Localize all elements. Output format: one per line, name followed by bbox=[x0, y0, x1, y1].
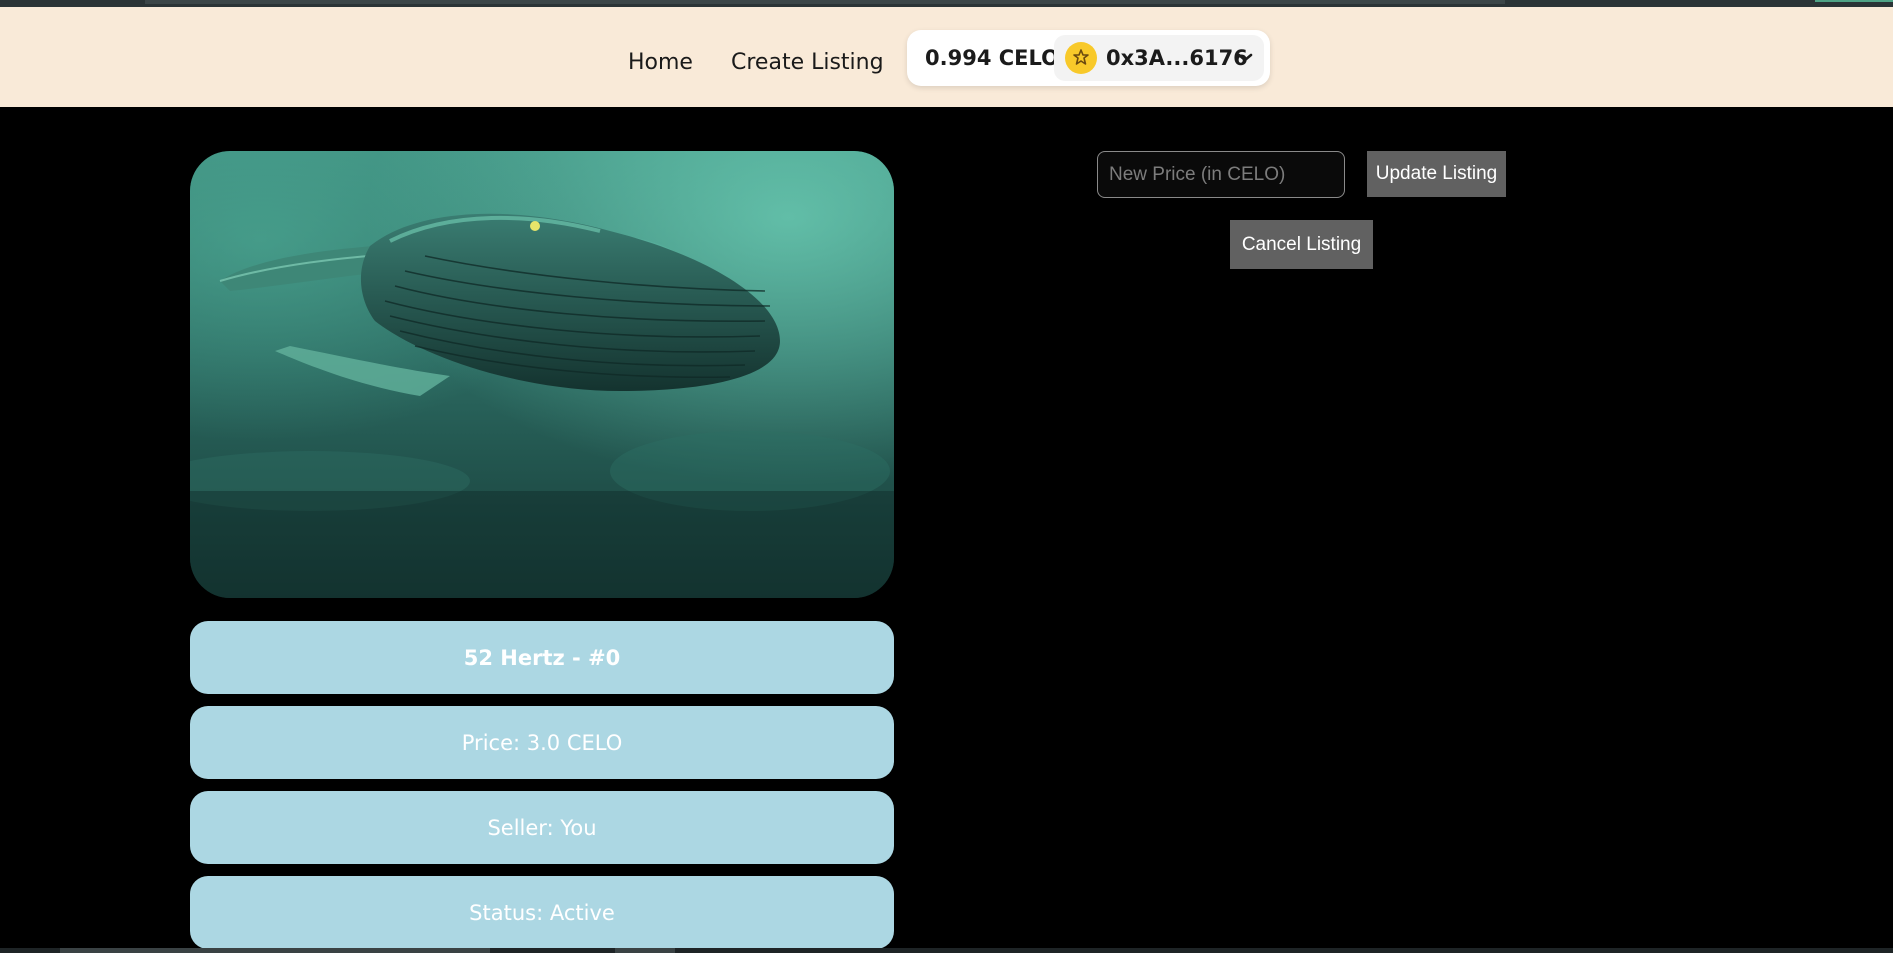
top-scrollbar-thumb[interactable] bbox=[145, 0, 1505, 4]
navbar: Home Create Listing 0.994 CELO 0x3A...61… bbox=[0, 7, 1893, 107]
nft-seller-card: Seller: You bbox=[190, 791, 894, 864]
nft-price-card: Price: 3.0 CELO bbox=[190, 706, 894, 779]
nav-create-listing-link[interactable]: Create Listing bbox=[731, 50, 884, 75]
new-price-input[interactable] bbox=[1097, 151, 1345, 198]
wallet-address: 0x3A...6176 bbox=[1106, 46, 1248, 70]
wallet-balance: 0.994 CELO bbox=[925, 46, 1059, 70]
nft-name-card: 52 Hertz - #0 bbox=[190, 621, 894, 694]
browser-top-strip bbox=[0, 0, 1893, 7]
nav-home-link[interactable]: Home bbox=[628, 50, 693, 75]
wallet-widget: 0.994 CELO 0x3A...6176 bbox=[907, 30, 1270, 86]
update-listing-button[interactable]: Update Listing bbox=[1367, 151, 1506, 197]
bottom-scrollbar[interactable] bbox=[0, 948, 1893, 953]
top-accent-nub bbox=[1815, 0, 1893, 2]
emoji-avatar-icon bbox=[1065, 42, 1097, 74]
account-button[interactable]: 0x3A...6176 bbox=[1054, 35, 1264, 81]
chevron-down-icon bbox=[1237, 53, 1253, 62]
bottom-scrollbar-segment bbox=[615, 948, 675, 953]
bottom-scrollbar-thumb[interactable] bbox=[60, 948, 490, 953]
nft-status-card: Status: Active bbox=[190, 876, 894, 949]
nft-image bbox=[190, 151, 894, 598]
cancel-listing-button[interactable]: Cancel Listing bbox=[1230, 220, 1373, 269]
